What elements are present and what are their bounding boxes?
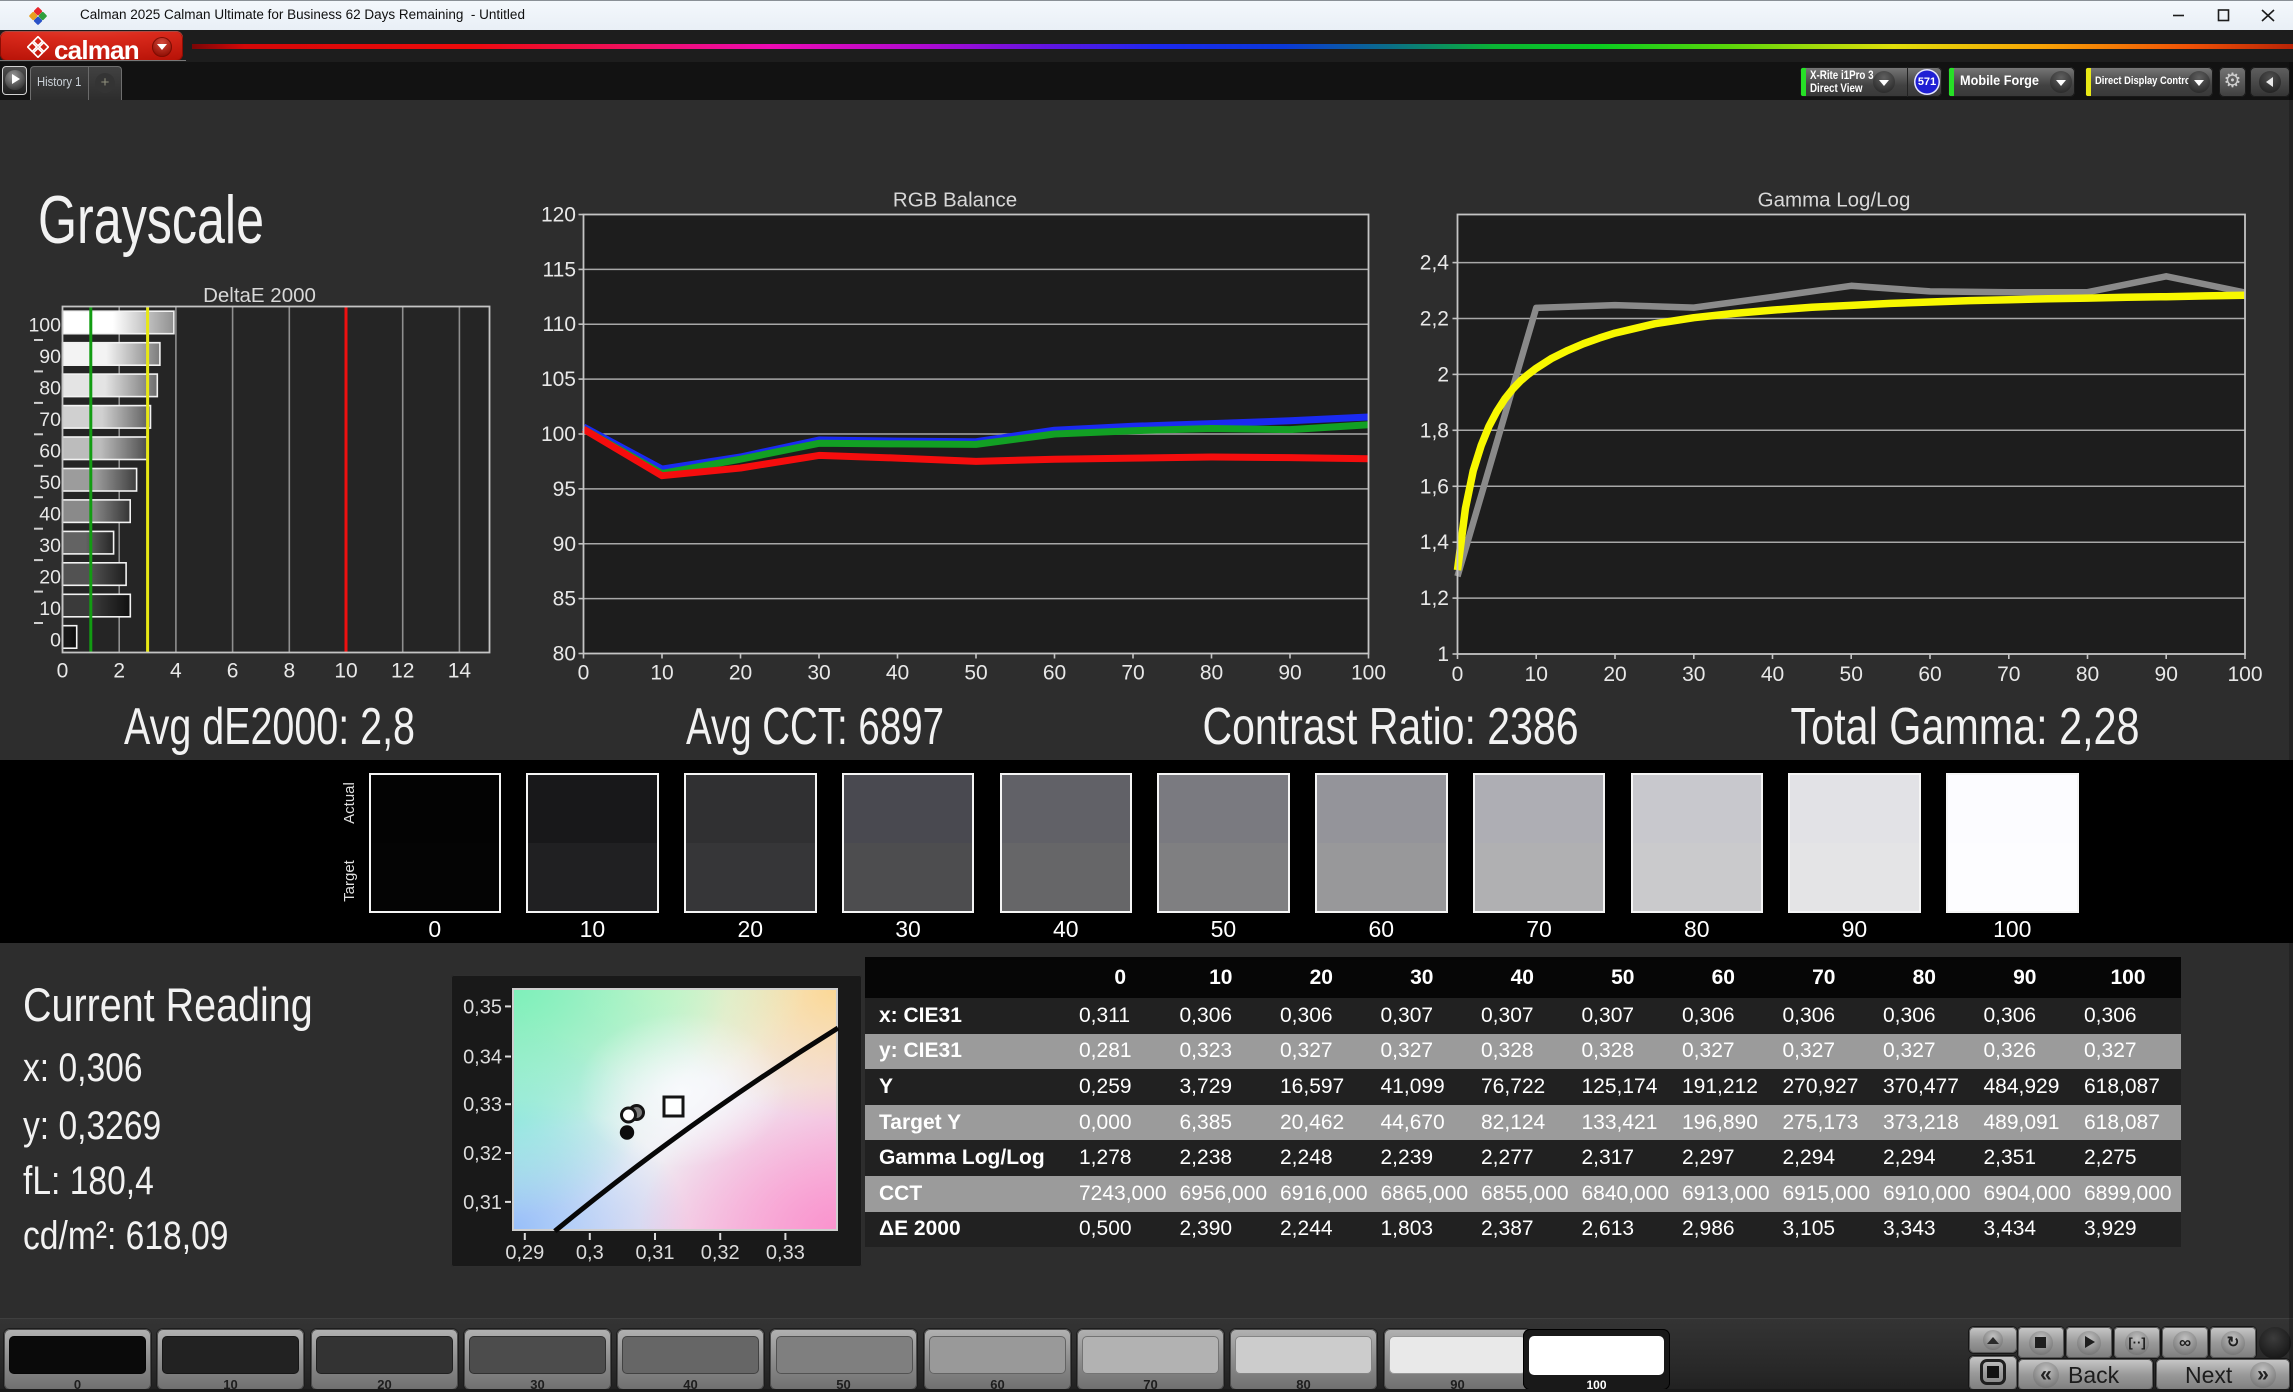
svg-text:1,8: 1,8 [1420,419,1449,442]
svg-text:100: 100 [541,423,576,446]
svg-text:1,2: 1,2 [1420,587,1449,610]
svg-text:14: 14 [448,660,472,683]
svg-text:10: 10 [1525,663,1548,686]
svg-text:Contrast Ratio: 2386: Contrast Ratio: 2386 [1203,698,1579,756]
svg-text:80: 80 [1200,662,1223,685]
svg-text:0: 0 [50,629,61,651]
svg-text:70: 70 [1997,663,2020,686]
svg-text:60: 60 [1918,663,1941,686]
svg-text:70: 70 [1121,662,1144,685]
svg-text:60: 60 [1043,662,1066,685]
svg-text:20: 20 [39,566,61,588]
svg-text:30: 30 [807,662,830,685]
svg-text:0,31: 0,31 [636,1242,675,1264]
svg-text:60: 60 [39,441,61,463]
svg-text:0: 0 [578,662,590,685]
svg-text:100: 100 [1351,662,1386,685]
svg-text:6: 6 [227,660,239,683]
svg-text:30: 30 [1682,663,1705,686]
svg-text:20: 20 [729,662,752,685]
svg-text:100: 100 [2227,663,2262,686]
svg-text:Avg CCT: 6897: Avg CCT: 6897 [686,698,944,756]
svg-text:90: 90 [1278,662,1301,685]
svg-text:DeltaE 2000: DeltaE 2000 [203,284,316,307]
svg-text:0,3: 0,3 [576,1242,604,1264]
svg-text:20: 20 [1603,663,1626,686]
svg-text:4: 4 [170,660,182,683]
svg-text:Gamma Log/Log: Gamma Log/Log [1758,189,1911,212]
svg-text:95: 95 [553,478,576,501]
svg-text:2,4: 2,4 [1420,252,1450,275]
svg-text:90: 90 [39,346,61,368]
svg-text:30: 30 [39,535,61,557]
svg-text:1,6: 1,6 [1420,475,1449,498]
svg-text:12: 12 [391,660,414,683]
svg-text:40: 40 [1761,663,1784,686]
svg-text:0,32: 0,32 [701,1242,740,1264]
svg-text:0,29: 0,29 [505,1242,544,1264]
svg-text:0,35: 0,35 [463,996,502,1018]
svg-text:80: 80 [2076,663,2099,686]
svg-text:10: 10 [334,660,357,683]
svg-text:2: 2 [113,660,125,683]
svg-text:2,2: 2,2 [1420,308,1449,331]
svg-text:0,33: 0,33 [766,1242,805,1264]
svg-text:0,34: 0,34 [463,1047,502,1069]
svg-text:90: 90 [553,533,576,556]
svg-text:100: 100 [28,315,61,337]
svg-text:1: 1 [1437,643,1449,666]
svg-text:8: 8 [283,660,295,683]
svg-text:80: 80 [39,378,61,400]
svg-text:50: 50 [39,472,61,494]
svg-text:85: 85 [553,588,576,611]
svg-text:105: 105 [541,368,576,391]
svg-text:0: 0 [57,660,69,683]
svg-text:120: 120 [541,204,576,227]
svg-text:40: 40 [886,662,909,685]
svg-text:0,31: 0,31 [463,1192,502,1214]
svg-text:0: 0 [1452,663,1464,686]
svg-text:Total Gamma: 2,28: Total Gamma: 2,28 [1791,698,2140,756]
svg-text:Grayscale: Grayscale [38,182,264,258]
svg-text:110: 110 [543,313,576,336]
svg-text:40: 40 [39,504,61,526]
svg-text:0,32: 0,32 [463,1143,502,1165]
svg-text:10: 10 [39,598,61,620]
svg-text:RGB Balance: RGB Balance [893,189,1017,212]
svg-text:115: 115 [543,258,576,281]
svg-text:80: 80 [553,643,576,666]
svg-text:10: 10 [650,662,673,685]
svg-text:1,4: 1,4 [1420,531,1450,554]
svg-text:70: 70 [39,409,61,431]
svg-text:90: 90 [2155,663,2178,686]
svg-text:Avg dE2000: 2,8: Avg dE2000: 2,8 [124,698,415,756]
svg-text:2: 2 [1437,363,1449,386]
svg-text:0,33: 0,33 [463,1094,502,1116]
svg-text:50: 50 [1840,663,1863,686]
svg-text:50: 50 [964,662,987,685]
